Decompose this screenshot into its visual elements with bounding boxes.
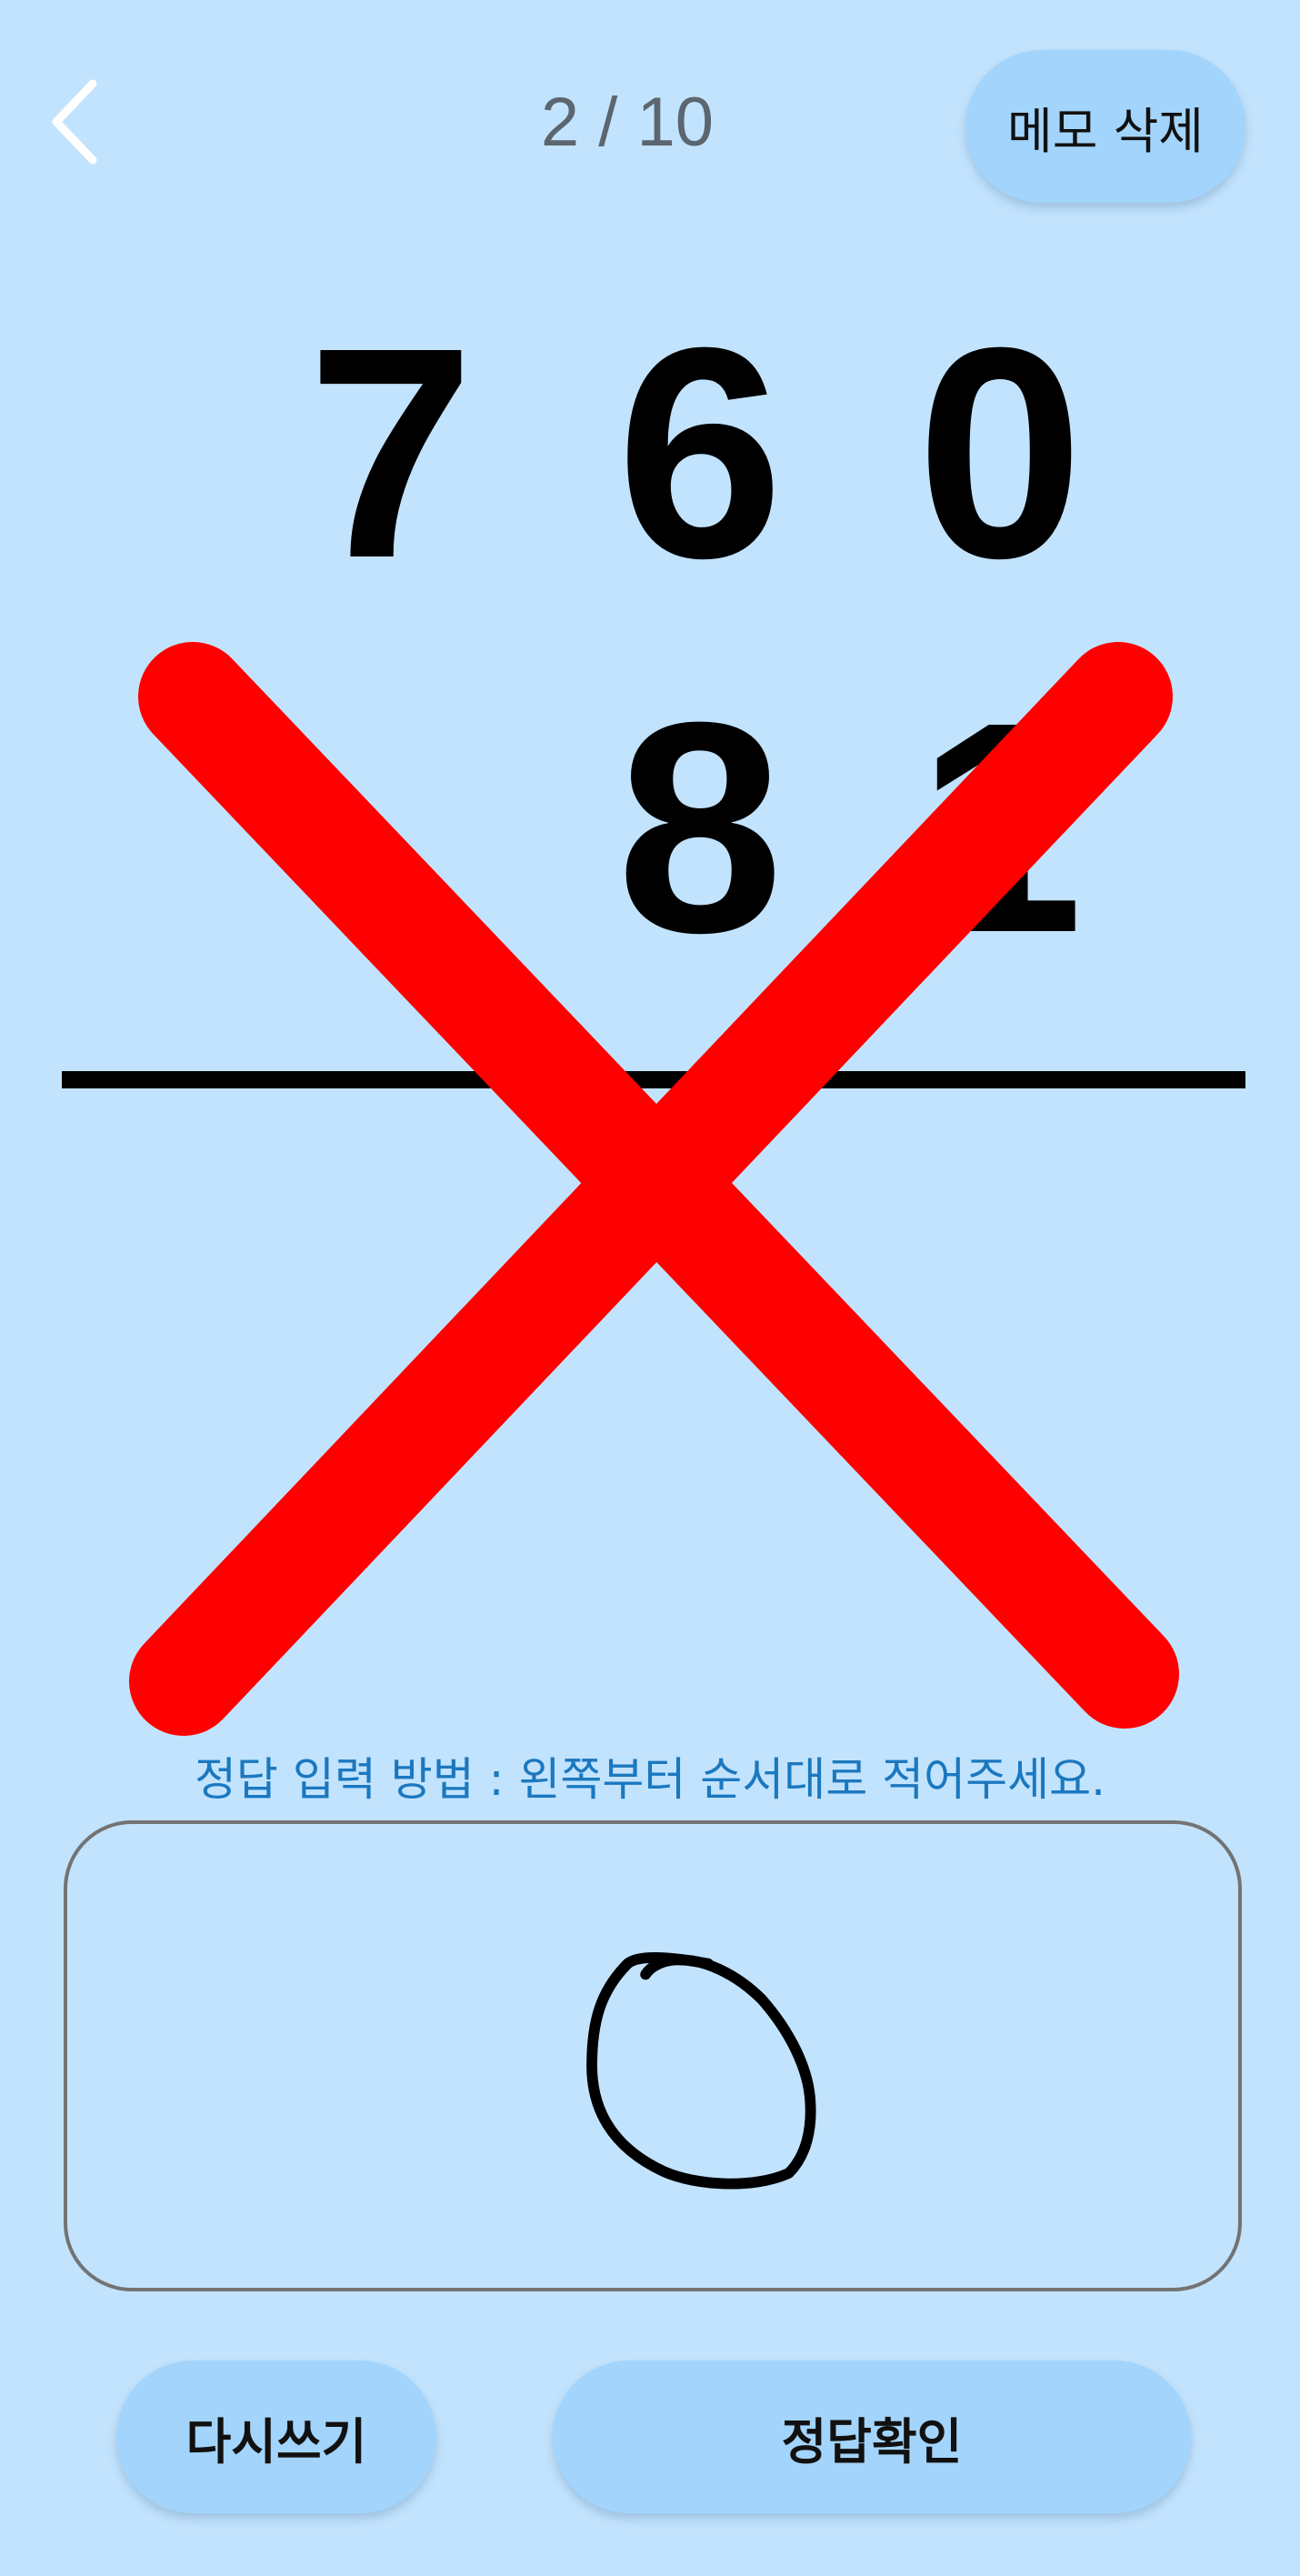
top-digit-3: 0 (916, 285, 1084, 620)
answer-hint: 정답 입력 방법 : 왼쪽부터 순서대로 적어주세요. (194, 1753, 1106, 1806)
chevron-left-icon (52, 79, 97, 165)
rewrite-button[interactable]: 다시쓰기 (116, 2360, 436, 2513)
top-digit-1: 7 (307, 285, 475, 620)
answer-line (62, 1071, 1245, 1088)
progress-indicator: 2 / 10 (540, 84, 715, 161)
check-answer-button[interactable]: 정답확인 (553, 2360, 1191, 2513)
memo-delete-button[interactable]: 메모 삭제 (965, 50, 1245, 203)
back-button[interactable] (36, 64, 127, 182)
handwriting-canvas[interactable] (64, 1820, 1242, 2291)
handwritten-digit (586, 1952, 816, 2190)
bottom-digit-2: 1 (916, 659, 1084, 995)
bottom-digit-1: 8 (616, 659, 784, 995)
top-digit-2: 6 (616, 285, 784, 620)
